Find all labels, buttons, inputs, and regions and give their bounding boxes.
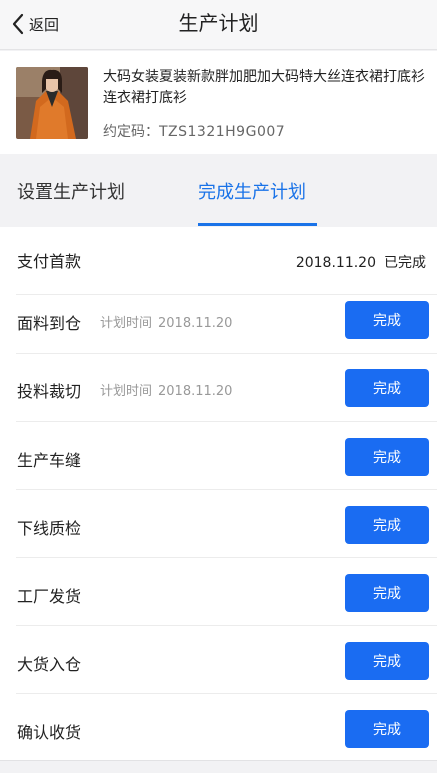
- status-text: 已完成: [384, 255, 426, 271]
- tab-setup-plan[interactable]: 设置生产计划: [17, 178, 125, 204]
- step-label: 大货入仓: [17, 655, 82, 674]
- list-item: 确认收货 完成: [0, 694, 437, 762]
- step-label: 支付首款: [17, 252, 82, 271]
- step-status: 2018.11.20 已完成: [296, 252, 426, 272]
- complete-button[interactable]: 完成: [345, 506, 429, 544]
- active-tab-indicator: [198, 223, 317, 226]
- product-code-label: 约定码：: [103, 124, 159, 140]
- complete-button[interactable]: 完成: [345, 369, 429, 407]
- product-card[interactable]: 大码女装夏装新款胖加肥加大码特大丝连衣裙打底衫连衣裙打底衫 约定码：TZS132…: [0, 51, 437, 154]
- step-label: 工厂发货: [17, 587, 82, 606]
- product-image: [16, 67, 88, 139]
- list-item: 投料裁切 计划时间 2018.11.20 完成: [0, 354, 437, 422]
- nav-bar: 返回 生产计划: [0, 0, 437, 50]
- complete-button[interactable]: 完成: [345, 438, 429, 476]
- step-label: 面料到仓: [17, 314, 82, 333]
- step-label: 下线质检: [17, 519, 82, 538]
- list-item: 下线质检 完成: [0, 490, 437, 558]
- plan-tabs: 设置生产计划 完成生产计划: [0, 154, 437, 227]
- plan-time-date: 2018.11.20: [158, 384, 233, 399]
- list-item: 大货入仓 完成: [0, 626, 437, 694]
- list-item: 工厂发货 完成: [0, 558, 437, 626]
- complete-button[interactable]: 完成: [345, 642, 429, 680]
- step-list: 支付首款 2018.11.20 已完成 面料到仓 计划时间 2018.11.20 完…: [0, 227, 437, 760]
- step-label: 生产车缝: [17, 451, 82, 470]
- complete-button[interactable]: 完成: [345, 301, 429, 339]
- product-title: 大码女装夏装新款胖加肥加大码特大丝连衣裙打底衫连衣裙打底衫: [103, 69, 425, 106]
- plan-time-label: 计划时间: [100, 316, 153, 331]
- plan-time: 计划时间 2018.11.20: [100, 312, 232, 331]
- list-item: 支付首款 2018.11.20 已完成: [0, 227, 437, 295]
- plan-time-label: 计划时间: [100, 384, 153, 399]
- complete-button[interactable]: 完成: [345, 710, 429, 748]
- list-item: 生产车缝 完成: [0, 422, 437, 490]
- product-code-value: TZS1321H9G007: [159, 124, 286, 140]
- list-item: 面料到仓 计划时间 2018.11.20 完成: [0, 286, 437, 354]
- tab-complete-plan[interactable]: 完成生产计划: [198, 178, 306, 204]
- step-label: 投料裁切: [17, 382, 82, 401]
- product-code: 约定码：TZS1321H9G007: [103, 121, 285, 141]
- footer-bar: [0, 760, 437, 773]
- plan-time: 计划时间 2018.11.20: [100, 380, 232, 399]
- plan-time-date: 2018.11.20: [158, 316, 233, 331]
- status-date: 2018.11.20: [295, 255, 376, 271]
- complete-button[interactable]: 完成: [345, 574, 429, 612]
- step-label: 确认收货: [17, 723, 82, 742]
- page-title: 生产计划: [178, 11, 259, 35]
